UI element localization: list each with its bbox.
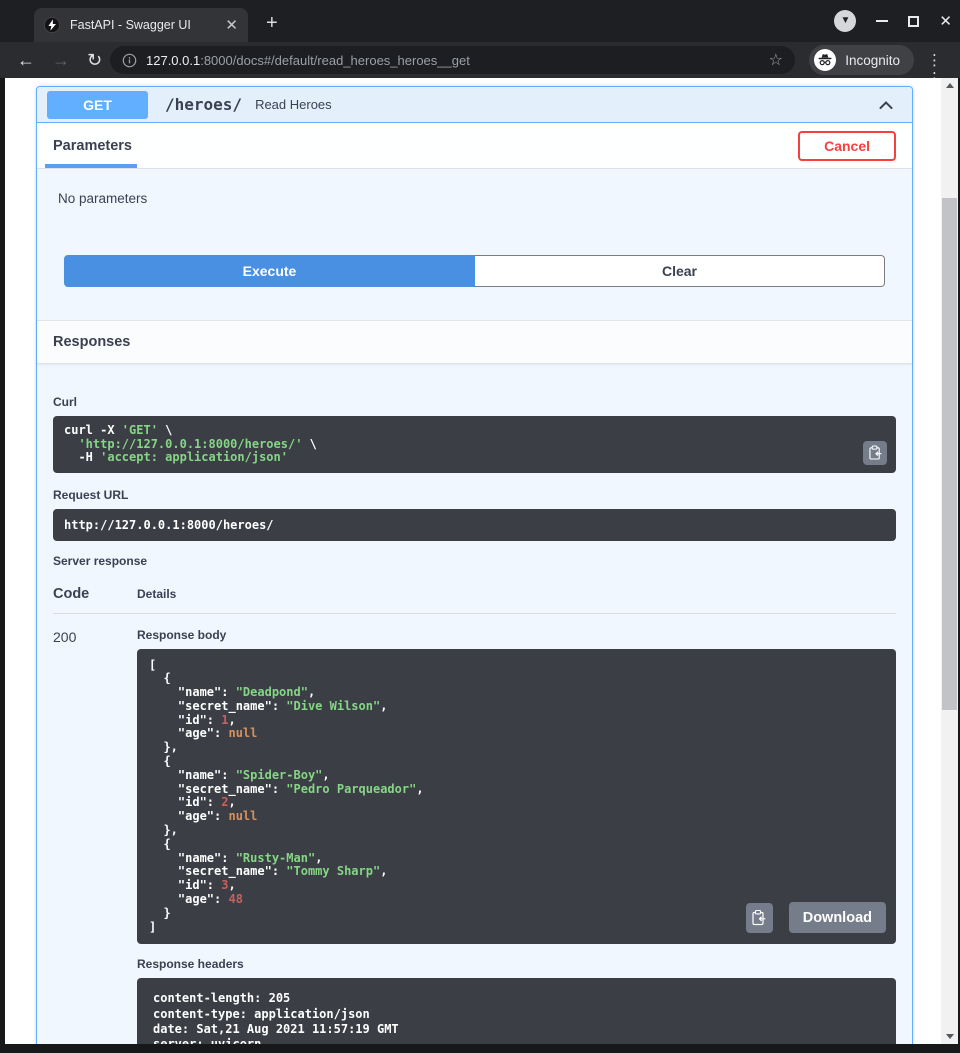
request-url-label: Request URL [53,488,896,502]
scrollbar-thumb[interactable] [942,198,957,710]
server-response-label: Server response [53,554,896,568]
browser-tab[interactable]: FastAPI - Swagger UI ✕ [34,8,248,42]
titlebar: FastAPI - Swagger UI ✕ + ▼ ✕ [0,0,960,42]
incognito-badge: Incognito [809,45,914,75]
tab-title: FastAPI - Swagger UI [70,18,217,32]
table-divider [53,613,896,614]
execute-button[interactable]: Execute [64,255,475,287]
operation-summary: Read Heroes [255,97,332,112]
incognito-icon [813,48,837,72]
code-column-header: Code [53,586,137,602]
parameters-title: Parameters [53,138,132,154]
response-body-label: Response body [137,628,896,642]
request-url-block: http://127.0.0.1:8000/heroes/ [53,509,896,541]
response-table-header: Code Details [53,586,896,602]
scroll-up-button[interactable] [941,78,958,93]
download-button[interactable]: Download [789,902,886,933]
details-column-header: Details [137,587,176,601]
back-icon[interactable]: ← [17,51,35,69]
responses-inner: Curl curl -X 'GET' \ 'http://127.0.0.1:8… [37,364,912,1044]
tab-search-button[interactable]: ▼ [834,10,856,32]
bookmark-star-icon[interactable]: ☆ [769,50,783,70]
response-headers-code: content-length: 205 content-type: applic… [137,978,896,1044]
execute-row: Execute Clear [37,255,912,287]
browser-window: FastAPI - Swagger UI ✕ + ▼ ✕ ← → ↻ 127.0… [0,0,960,1053]
incognito-label: Incognito [845,53,900,68]
reload-icon[interactable]: ↻ [87,51,102,69]
close-button[interactable]: ✕ [939,14,952,29]
opblock-summary[interactable]: GET /heroes/ Read Heroes [37,87,912,123]
url-text: 127.0.0.1:8000/docs#/default/read_heroes… [146,53,761,68]
no-parameters-text: No parameters [37,169,912,255]
curl-label: Curl [53,395,896,409]
chevron-up-icon[interactable] [876,95,896,115]
tab-close-icon[interactable]: ✕ [225,18,238,33]
url-host: 127.0.0.1 [146,53,200,68]
responses-title: Responses [53,334,130,350]
triangle-down-icon [946,1034,954,1039]
copy-response-icon-button[interactable] [746,903,773,933]
fastapi-favicon-icon [44,17,60,33]
maximize-button[interactable] [908,16,919,27]
response-headers-label: Response headers [137,957,896,971]
copy-curl-icon-button[interactable] [863,441,887,465]
browser-toolbar: ← → ↻ 127.0.0.1:8000/docs#/default/read_… [0,42,960,78]
scroll-down-button[interactable] [941,1029,958,1044]
window-controls: ▼ ✕ [834,0,952,42]
status-code: 200 [53,628,137,1045]
url-path: :8000/docs#/default/read_heroes_heroes__… [200,53,470,68]
scrollbar-track[interactable] [941,78,958,1044]
new-tab-button[interactable]: + [266,13,278,33]
active-tab-underline [45,164,137,168]
tab-parameters[interactable]: Parameters [53,123,132,168]
chevron-down-icon: ▼ [840,16,850,26]
minimize-button[interactable] [876,20,888,22]
operation-path: /heroes/ [165,95,242,114]
curl-code: curl -X 'GET' \ 'http://127.0.0.1:8000/h… [53,416,896,473]
response-details: Response body [ { "name": "Deadpond", "s… [137,628,896,1045]
response-row-200: 200 Response body [ { "name": "Deadpond"… [53,628,896,1045]
response-body-code: [ { "name": "Deadpond", "secret_name": "… [137,649,896,945]
parameters-header: Parameters Cancel [37,123,912,169]
request-url-code: http://127.0.0.1:8000/heroes/ [53,509,896,541]
site-info-icon[interactable] [122,53,137,68]
response-body-block: [ { "name": "Deadpond", "secret_name": "… [137,649,896,945]
triangle-up-icon [946,83,954,88]
clear-button[interactable]: Clear [475,255,885,287]
response-body-actions: Download [746,902,886,933]
cancel-button[interactable]: Cancel [798,131,896,161]
forward-icon[interactable]: → [52,51,70,69]
curl-block: curl -X 'GET' \ 'http://127.0.0.1:8000/h… [53,416,896,473]
response-headers-block: content-length: 205 content-type: applic… [137,978,896,1044]
responses-header: Responses [37,320,912,364]
address-bar[interactable]: 127.0.0.1:8000/docs#/default/read_heroes… [110,46,795,74]
opblock-get-heroes: GET /heroes/ Read Heroes Parameters Canc… [36,86,913,1044]
method-badge: GET [47,91,148,119]
page-content: GET /heroes/ Read Heroes Parameters Canc… [5,78,941,1044]
